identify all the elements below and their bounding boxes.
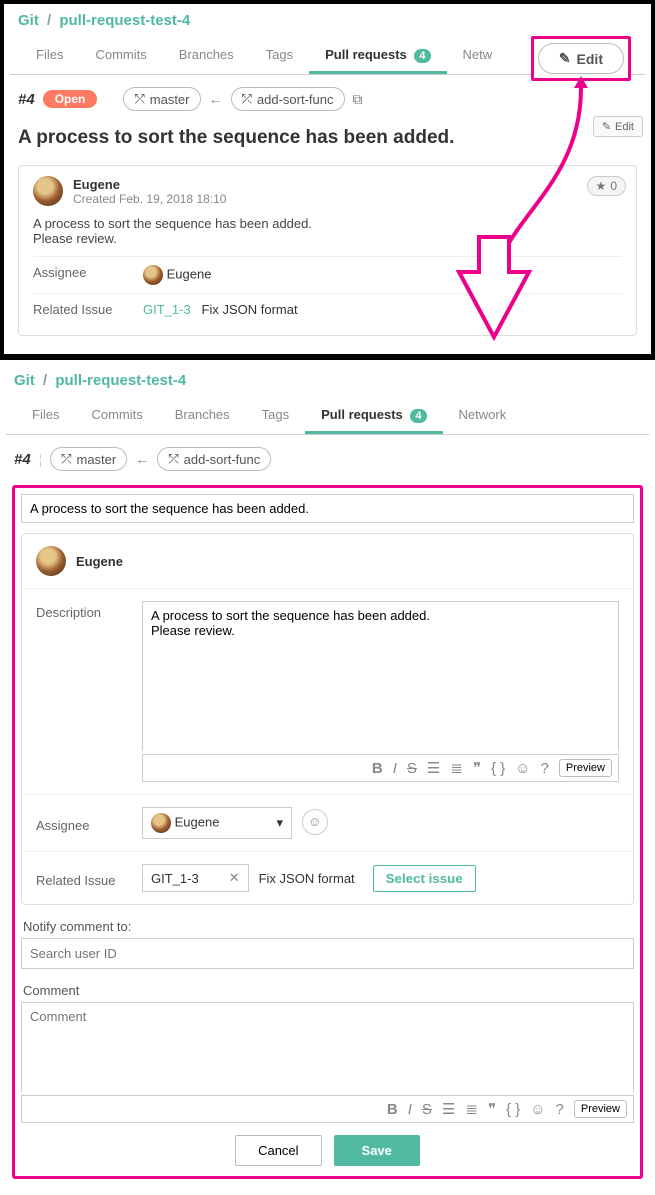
compare-branch-pill[interactable]: ⤱ add-sort-func — [231, 87, 345, 111]
breadcrumb-root[interactable]: Git — [18, 12, 39, 29]
breadcrumb-root[interactable]: Git — [14, 372, 35, 389]
pr-number: #4 — [14, 451, 31, 468]
list-ul-icon[interactable]: ☰ — [427, 759, 440, 777]
tab-tags[interactable]: Tags — [246, 399, 305, 434]
pull-requests-count-badge: 4 — [410, 409, 426, 423]
avatar — [33, 176, 63, 206]
pencil-icon: ✎ — [559, 50, 571, 67]
bold-icon[interactable]: B — [372, 760, 383, 777]
edit-button-small[interactable]: ✎ Edit — [593, 116, 643, 137]
editor-toolbar: B I S ☰ ≣ ❞ { } ☺ ? Preview — [21, 1095, 634, 1123]
edit-button-highlight: ✎ Edit — [531, 36, 631, 81]
edit-form-highlight: Eugene Description B I S ☰ ≣ ❞ { } ☺ ? — [12, 485, 643, 1179]
tab-commits[interactable]: Commits — [75, 399, 158, 434]
tab-commits[interactable]: Commits — [79, 39, 162, 74]
tab-tags[interactable]: Tags — [250, 39, 309, 74]
breadcrumb: Git / pull-request-test-4 — [6, 372, 649, 399]
related-issue-label: Related Issue — [36, 869, 126, 888]
tab-branches[interactable]: Branches — [159, 399, 246, 434]
comment-label: Comment — [21, 969, 634, 1002]
assignee-label: Assignee — [36, 814, 126, 833]
star-button[interactable]: ★ 0 — [587, 176, 626, 196]
editor-toolbar: B I S ☰ ≣ ❞ { } ☺ ? Preview — [142, 754, 619, 782]
pr-number: #4 — [18, 91, 35, 108]
branch-icon: ⤱ — [242, 91, 252, 107]
preview-button[interactable]: Preview — [559, 759, 612, 777]
description-label: Description — [36, 601, 126, 620]
repo-tabs: Files Commits Branches Tags Pull request… — [6, 399, 649, 435]
breadcrumb-repo[interactable]: pull-request-test-4 — [59, 12, 190, 29]
tab-network[interactable]: Netw — [447, 39, 509, 74]
avatar — [36, 546, 66, 576]
issue-key-input[interactable]: GIT_1-3 ✕ — [142, 864, 249, 892]
tab-pull-requests[interactable]: Pull requests 4 — [305, 399, 442, 434]
help-icon[interactable]: ? — [541, 760, 549, 777]
breadcrumb: Git / pull-request-test-4 — [10, 12, 645, 39]
italic-icon[interactable]: I — [393, 760, 397, 777]
avatar — [151, 813, 171, 833]
pull-requests-count-badge: 4 — [414, 49, 430, 63]
assignee-value[interactable]: Eugene — [143, 265, 622, 285]
notify-label: Notify comment to: — [21, 905, 634, 938]
italic-icon[interactable]: I — [408, 1101, 412, 1118]
compare-branch-pill[interactable]: ⤱ add-sort-func — [157, 447, 271, 471]
issue-summary: Fix JSON format — [202, 302, 298, 317]
branch-icon: ⤱ — [134, 91, 144, 107]
clear-icon[interactable]: ✕ — [229, 870, 240, 886]
tab-network[interactable]: Network — [443, 399, 523, 434]
tab-pull-requests[interactable]: Pull requests 4 — [309, 39, 446, 74]
title-input[interactable] — [21, 494, 634, 523]
bold-icon[interactable]: B — [387, 1101, 398, 1118]
author-name: Eugene — [76, 554, 123, 569]
help-icon[interactable]: ? — [556, 1101, 564, 1118]
avatar — [143, 265, 163, 285]
quote-icon[interactable]: ❞ — [473, 759, 481, 777]
tab-files[interactable]: Files — [20, 39, 79, 74]
breadcrumb-repo[interactable]: pull-request-test-4 — [55, 372, 186, 389]
issue-key-link[interactable]: GIT_1-3 — [143, 302, 191, 317]
related-issue-label: Related Issue — [33, 302, 143, 317]
pr-description-card: ★ 0 Eugene Created Feb. 19, 2018 18:10 A… — [18, 165, 637, 336]
emoji-icon[interactable]: ☺ — [530, 1101, 545, 1118]
person-icon: ☺ — [308, 814, 321, 829]
branch-icon: ⤱ — [61, 451, 71, 467]
base-branch-pill[interactable]: ⤱ master — [123, 87, 200, 111]
body-line: A process to sort the sequence has been … — [33, 216, 622, 231]
breadcrumb-sep: / — [39, 372, 51, 389]
list-ol-icon[interactable]: ≣ — [450, 759, 463, 777]
assignee-label: Assignee — [33, 265, 143, 285]
code-icon[interactable]: { } — [506, 1101, 520, 1118]
code-icon[interactable]: { } — [491, 760, 505, 777]
assignee-select[interactable]: Eugene ▾ — [142, 807, 292, 839]
arrow-left-icon: ← — [135, 451, 149, 467]
base-branch-pill[interactable]: ⤱ master — [50, 447, 127, 471]
emoji-icon[interactable]: ☺ — [515, 760, 530, 777]
branch-icon: ⤱ — [168, 451, 178, 467]
notify-input[interactable] — [21, 938, 634, 969]
author-name[interactable]: Eugene — [73, 177, 226, 192]
strike-icon[interactable]: S — [407, 760, 417, 777]
description-textarea[interactable] — [142, 601, 619, 751]
star-icon: ★ — [596, 179, 607, 193]
pr-state-badge: Open — [43, 90, 98, 108]
edit-button[interactable]: ✎ Edit — [538, 43, 624, 74]
strike-icon[interactable]: S — [422, 1101, 432, 1118]
pr-title: A process to sort the sequence has been … — [10, 119, 645, 157]
chevron-down-icon: ▾ — [276, 815, 283, 831]
body-line: Please review. — [33, 231, 622, 246]
save-button[interactable]: Save — [334, 1135, 420, 1166]
select-issue-button[interactable]: Select issue — [373, 865, 476, 892]
comment-textarea[interactable] — [21, 1002, 634, 1092]
tab-branches[interactable]: Branches — [163, 39, 250, 74]
star-count: 0 — [610, 179, 617, 193]
breadcrumb-sep: / — [43, 12, 55, 29]
tab-files[interactable]: Files — [16, 399, 75, 434]
assign-me-button[interactable]: ☺ — [302, 809, 328, 835]
copy-icon[interactable]: ⧉ — [353, 91, 363, 108]
pencil-icon: ✎ — [602, 120, 611, 133]
cancel-button[interactable]: Cancel — [235, 1135, 321, 1166]
issue-summary: Fix JSON format — [259, 871, 355, 886]
arrow-left-icon: ← — [209, 91, 223, 107]
created-meta: Created Feb. 19, 2018 18:10 — [73, 192, 226, 206]
